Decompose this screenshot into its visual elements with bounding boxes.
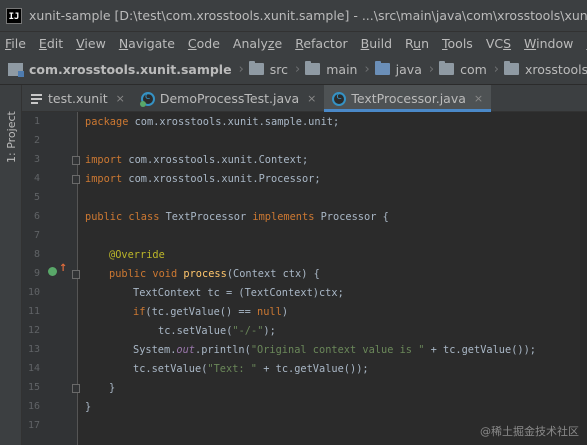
breadcrumb-project-label: com.xrosstools.xunit.sample bbox=[29, 61, 232, 77]
line-number: 9 bbox=[33, 268, 40, 279]
folder-icon bbox=[305, 61, 321, 75]
xunit-file-icon bbox=[30, 92, 43, 106]
close-icon[interactable]: × bbox=[474, 92, 483, 105]
close-icon[interactable]: × bbox=[116, 92, 125, 105]
code-line-3: import com.xrosstools.xunit.Context; bbox=[85, 154, 309, 166]
menu-item[interactable]: Code bbox=[188, 36, 220, 51]
breadcrumb-item-java[interactable]: java bbox=[374, 61, 422, 77]
editor-tabs: test.xunit × DemoProcessTest.java × Text… bbox=[22, 85, 587, 112]
line-number: 4 bbox=[33, 173, 40, 184]
menu-item[interactable]: Build bbox=[361, 36, 392, 51]
code-line-11: if(tc.getValue() == null) bbox=[133, 306, 289, 318]
breadcrumb-item-label: main bbox=[326, 61, 358, 77]
code-line-15: } bbox=[109, 382, 116, 394]
breadcrumb-project[interactable]: com.xrosstools.xunit.sample bbox=[8, 62, 232, 77]
line-number: 11 bbox=[27, 306, 40, 317]
menu-item[interactable]: Run bbox=[405, 36, 429, 51]
breadcrumb-item-main[interactable]: main bbox=[305, 61, 358, 77]
breadcrumb-item-label: java bbox=[395, 61, 422, 77]
breadcrumb-separator: › bbox=[295, 61, 301, 77]
line-number: 2 bbox=[33, 135, 40, 146]
breadcrumb-item-label: xrosstools bbox=[524, 61, 587, 77]
line-number: 3 bbox=[33, 154, 40, 165]
title-bar: IJ xunit-sample [D:\test\com.xrosstools.… bbox=[0, 0, 587, 32]
intellij-logo-icon: IJ bbox=[6, 7, 22, 24]
code-line-14: tc.setValue("Text: " + tc.getValue()); bbox=[133, 363, 369, 375]
menu-item[interactable]: VCS bbox=[486, 36, 511, 51]
line-number: 1 bbox=[33, 116, 40, 127]
menu-item[interactable]: Edit bbox=[39, 36, 63, 51]
menu-item[interactable]: Refactor bbox=[295, 36, 347, 51]
line-number: 5 bbox=[33, 192, 40, 203]
line-number: 16 bbox=[27, 401, 40, 412]
menu-item[interactable]: View bbox=[76, 36, 106, 51]
code-editor[interactable]: ↑ 1 2 3 4 5 6 7 8 9 10 11 12 13 14 15 16 17 package com.… bbox=[22, 112, 587, 445]
tab-label: DemoProcessTest.java bbox=[159, 91, 300, 106]
code-line-12: tc.setValue("-/-"); bbox=[158, 325, 276, 337]
folder-icon bbox=[503, 61, 519, 75]
menu-bar: File Edit View Navigate Code Analyze Refactor B… bbox=[0, 32, 587, 54]
menu-item[interactable]: File bbox=[5, 36, 26, 51]
breadcrumb-item-com[interactable]: com bbox=[439, 61, 487, 77]
breadcrumb-item-label: src bbox=[269, 61, 289, 77]
menu-item[interactable]: Tools bbox=[442, 36, 473, 51]
line-number: 14 bbox=[27, 363, 40, 374]
menu-item[interactable]: Window bbox=[524, 36, 573, 51]
code-line-6: public class TextProcessor implements Pr… bbox=[85, 211, 389, 223]
breadcrumb-item-label: com bbox=[460, 61, 487, 77]
tab-test-xunit[interactable]: test.xunit × bbox=[22, 85, 133, 112]
source-folder-icon bbox=[374, 61, 390, 75]
breadcrumb-item-xrosstools[interactable]: xrosstools bbox=[503, 61, 587, 77]
implements-method-icon[interactable] bbox=[48, 267, 57, 276]
line-number: 6 bbox=[33, 211, 40, 222]
project-tool-tab[interactable]: 1: Project bbox=[3, 93, 19, 163]
line-number: 15 bbox=[27, 382, 40, 393]
folder-icon bbox=[439, 61, 455, 75]
folder-icon bbox=[248, 61, 264, 75]
breadcrumb-separator: › bbox=[364, 61, 370, 77]
class-icon bbox=[332, 91, 347, 106]
test-class-icon bbox=[139, 91, 155, 107]
code-line-13: System.out.println("Original context val… bbox=[133, 344, 536, 356]
breadcrumb-separator: › bbox=[428, 61, 435, 77]
window-title: xunit-sample [D:\test\com.xrosstools.xun… bbox=[29, 8, 587, 23]
module-icon bbox=[8, 62, 24, 77]
line-number: 7 bbox=[33, 230, 40, 241]
tab-label: TextProcessor.java bbox=[351, 91, 466, 106]
code-area[interactable]: package com.xrosstools.xunit.sample.unit… bbox=[78, 112, 587, 445]
close-icon[interactable]: × bbox=[307, 92, 316, 105]
tool-window-strip: 1: Project bbox=[0, 85, 22, 445]
breadcrumb-separator: › bbox=[238, 61, 244, 77]
code-line-10: TextContext tc = (TextContext)ctx; bbox=[133, 287, 344, 299]
code-line-16: } bbox=[85, 401, 92, 413]
tab-text-processor[interactable]: TextProcessor.java × bbox=[324, 85, 492, 112]
breadcrumb-item-src[interactable]: src bbox=[248, 61, 289, 77]
tab-label: test.xunit bbox=[48, 91, 108, 106]
code-line-1: package com.xrosstools.xunit.sample.unit… bbox=[85, 116, 340, 128]
line-number: 10 bbox=[27, 287, 40, 298]
code-line-9: public void process(Context ctx) { bbox=[109, 268, 320, 280]
code-line-4: import com.xrosstools.xunit.Processor; bbox=[85, 173, 321, 185]
breadcrumb: com.xrosstools.xunit.sample › src › main… bbox=[0, 54, 587, 85]
tab-demo-process-test[interactable]: DemoProcessTest.java × bbox=[133, 85, 325, 112]
watermark: @稀土掘金技术社区 bbox=[480, 425, 579, 438]
project-tool-tab-label: 1: Project bbox=[4, 111, 18, 163]
line-number: 12 bbox=[27, 325, 40, 336]
line-number: 13 bbox=[27, 344, 40, 355]
code-line-8: @Override bbox=[109, 249, 165, 261]
breadcrumb-separator: › bbox=[493, 61, 499, 77]
editor-gutter: ↑ 1 2 3 4 5 6 7 8 9 10 11 12 13 14 15 16 17 bbox=[22, 112, 80, 445]
menu-item[interactable]: Analyze bbox=[233, 36, 282, 51]
line-number: 17 bbox=[27, 420, 40, 431]
override-arrow-icon[interactable]: ↑ bbox=[59, 263, 67, 274]
menu-item[interactable]: Navigate bbox=[119, 36, 175, 51]
line-number: 8 bbox=[33, 249, 40, 260]
